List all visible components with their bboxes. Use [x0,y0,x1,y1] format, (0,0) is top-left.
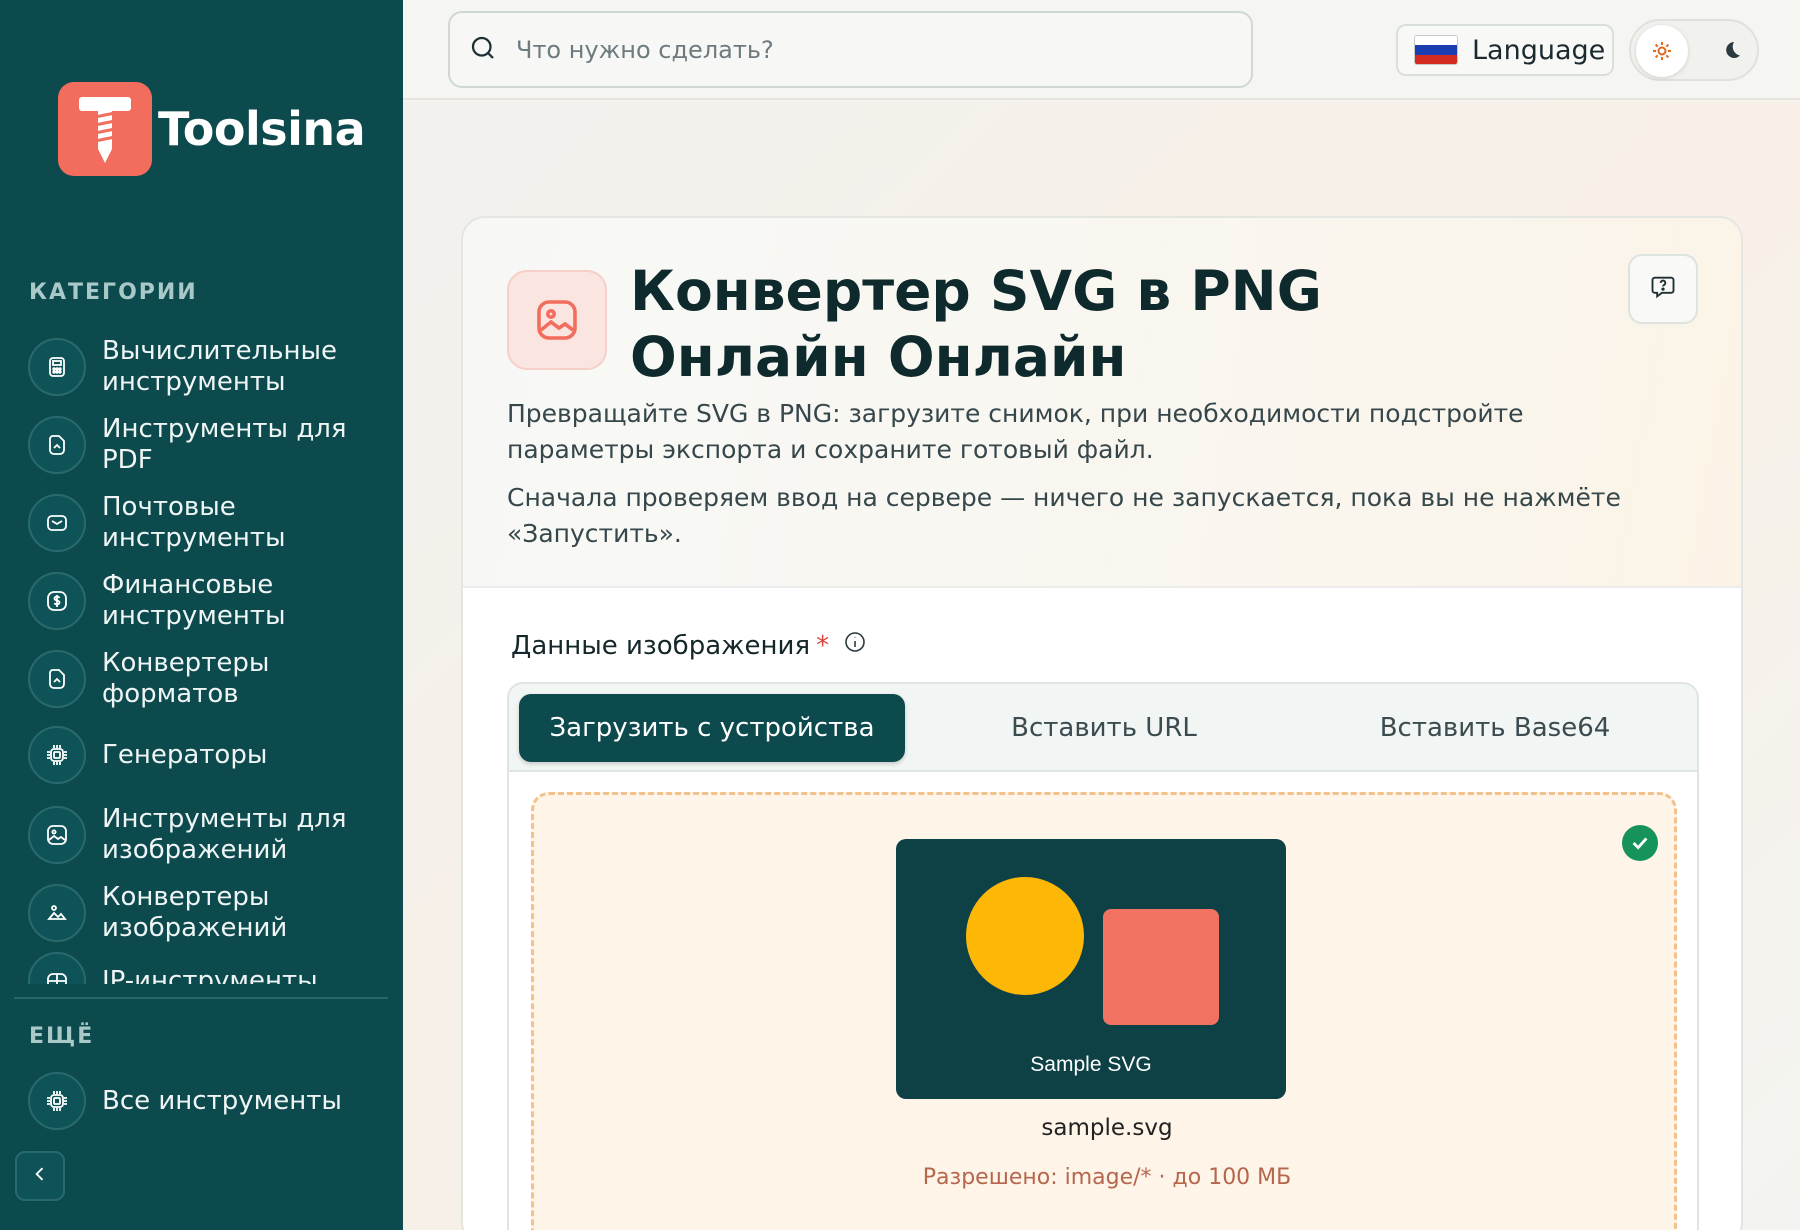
chip-icon [28,726,86,784]
tool-description: Превращайте SVG в PNG: загрузите снимок,… [507,399,1524,464]
tool-note: Сначала проверяем ввод на сервере — ниче… [507,483,1621,548]
topbar: Language [403,0,1800,100]
sidebar-item-mail[interactable]: Почтовые инструменты [28,492,388,554]
sidebar-item-finance[interactable]: Финансовые инструменты [28,570,388,632]
more-title: ЕЩЁ [29,1024,95,1049]
dollar-icon [28,572,86,630]
moon-icon[interactable] [1705,25,1757,77]
sidebar-item-label: Конвертеры изображений [102,882,288,943]
brand-name: Toolsina [158,102,366,156]
upload-area: Sample SVG sample.svg Разрешено: image/*… [507,770,1699,1230]
check-icon [1622,825,1658,861]
sidebar-item-ip-tools[interactable]: IP-инструменты [28,952,388,984]
image-preview: Sample SVG [896,839,1286,1099]
allowed-types: Разрешено: image/* · до 100 МБ [922,1165,1292,1190]
preview-circle [966,877,1084,995]
image-convert-icon [28,884,86,942]
image-icon [507,270,607,370]
categories-title: КАТЕГОРИИ [29,280,198,305]
preview-label: Sample SVG [1030,1053,1152,1076]
mail-icon [28,494,86,552]
sidebar: Toolsina КАТЕГОРИИ Вычислительные инстру… [0,0,403,1230]
sidebar-item-label: Все инструменты [102,1085,342,1116]
image-data-label: Данные изображения * [511,630,867,661]
russia-flag-icon [1414,35,1458,65]
search-icon [468,33,498,67]
language-button[interactable]: Language [1396,24,1614,76]
sidebar-item-label: Вычислительные инструменты [102,336,338,397]
file-icon [28,416,86,474]
tool-header: Конвертер SVG в PNG Онлайн Онлайн Превра… [463,218,1741,588]
file-dropzone[interactable]: Sample SVG sample.svg Разрешено: image/*… [531,792,1677,1230]
input-tabs: Загрузить с устройства Вставить URL Вста… [507,682,1699,772]
sidebar-item-label: Почтовые инструменты [102,492,286,553]
sidebar-item-format-converters[interactable]: Конвертеры форматов [28,648,388,710]
file-name: sample.svg [1041,1115,1173,1141]
logo-mark-icon [58,82,152,176]
tool-card: Конвертер SVG в PNG Онлайн Онлайн Превра… [461,216,1743,1230]
sidebar-item-all-tools[interactable]: Все инструменты [28,1072,388,1130]
sidebar-item-calculators[interactable]: Вычислительные инструменты [28,336,388,398]
image-icon [28,806,86,864]
sidebar-divider [14,997,388,999]
calculator-icon [28,338,86,396]
sidebar-item-label: IP-инструменты [102,965,318,985]
search-box[interactable] [448,11,1253,88]
chip-icon [28,1072,86,1130]
info-icon[interactable] [843,630,867,661]
network-icon [28,952,86,984]
sidebar-item-image-converters[interactable]: Конвертеры изображений [28,882,388,944]
preview-square [1103,909,1219,1025]
sun-icon[interactable] [1636,25,1688,77]
sidebar-item-label: Инструменты для изображений [102,804,347,865]
logo[interactable]: Toolsina [58,82,366,176]
language-label: Language [1472,34,1606,66]
sidebar-item-label: Финансовые инструменты [102,570,286,631]
help-button[interactable] [1628,254,1698,324]
tab-url[interactable]: Вставить URL [909,694,1299,762]
required-mark: * [816,630,830,661]
tab-upload[interactable]: Загрузить с устройства [519,694,905,762]
sidebar-item-label: Конвертеры форматов [102,648,270,709]
sidebar-item-image-tools[interactable]: Инструменты для изображений [28,804,388,866]
tab-base64[interactable]: Вставить Base64 [1299,694,1691,762]
chevron-left-icon [30,1164,50,1188]
theme-toggle[interactable] [1629,19,1759,81]
page-title: Конвертер SVG в PNG Онлайн Онлайн [630,259,1322,389]
sidebar-item-pdf[interactable]: Инструменты для PDF [28,414,388,476]
search-input[interactable] [516,35,1216,64]
help-chat-icon [1649,273,1677,305]
file-convert-icon [28,650,86,708]
sidebar-item-label: Инструменты для PDF [102,414,347,475]
category-list[interactable]: Вычислительные инструменты Инструменты д… [0,322,403,984]
collapse-sidebar-button[interactable] [15,1151,65,1201]
sidebar-item-label: Генераторы [102,739,268,770]
sidebar-item-generators[interactable]: Генераторы [28,726,388,784]
